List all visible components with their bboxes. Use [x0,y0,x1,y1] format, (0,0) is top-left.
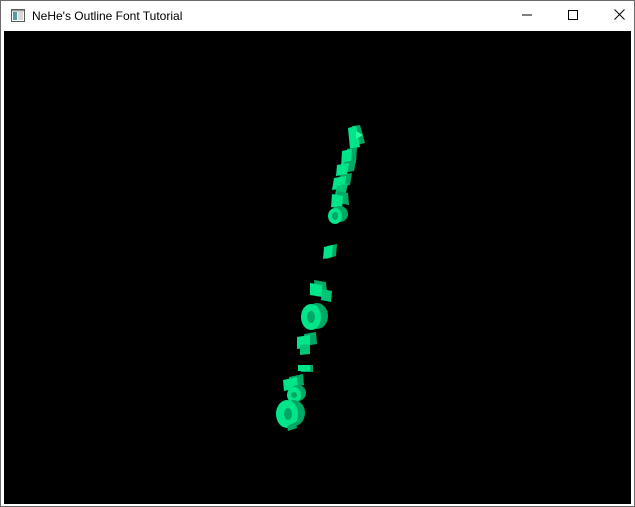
app-window: NeHe's Outline Font Tutorial [0,0,635,507]
extruded-glyphs [276,125,365,431]
glyph [301,303,328,330]
title-bar[interactable]: NeHe's Outline Font Tutorial [1,1,634,31]
glyph [297,332,317,355]
maximize-button[interactable] [550,1,596,31]
close-button[interactable] [596,1,634,31]
glyph [298,365,313,372]
glyph [276,400,305,431]
opengl-viewport[interactable] [4,31,631,504]
maximize-icon [568,7,578,25]
rotating-3d-text [276,125,365,431]
minimize-button[interactable] [504,1,550,31]
close-icon [613,7,625,25]
window-title: NeHe's Outline Font Tutorial [32,9,183,23]
glyph [283,374,306,403]
glyph [323,244,337,259]
app-window-icon[interactable] [11,9,25,22]
glyph [348,125,365,149]
minimize-icon [522,7,532,25]
glyph [336,160,356,176]
glyph [310,280,332,302]
glyph [328,206,348,224]
